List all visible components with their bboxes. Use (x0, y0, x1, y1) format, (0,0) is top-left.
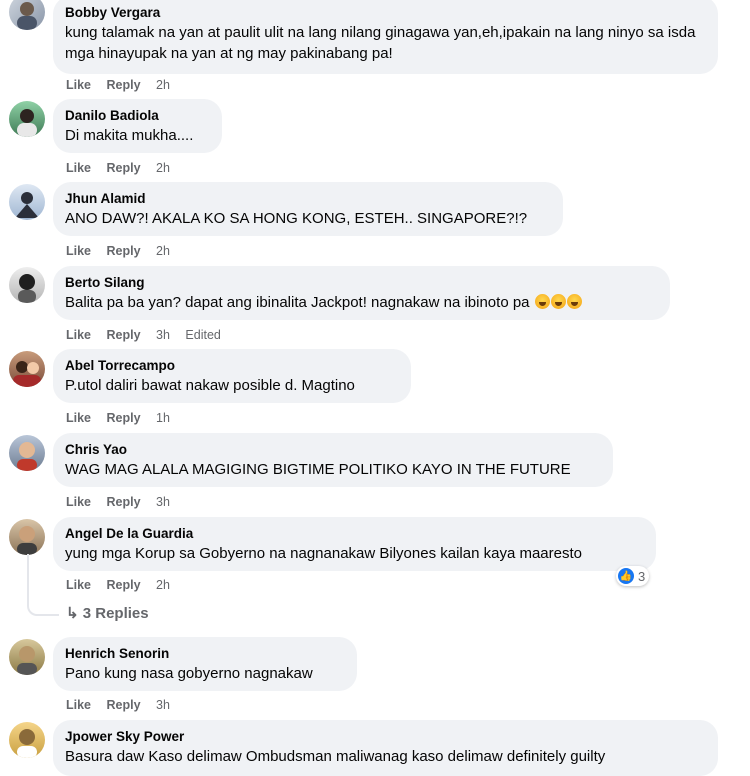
comment-actions: Like Reply 2h (66, 577, 182, 593)
commenter-name[interactable]: Jpower Sky Power (65, 728, 706, 746)
like-button[interactable]: Like (66, 494, 91, 510)
reply-button[interactable]: Reply (107, 577, 141, 593)
replies-count: 3 Replies (82, 605, 149, 622)
like-button[interactable]: Like (66, 243, 91, 259)
avatar[interactable] (9, 101, 45, 137)
commenter-name[interactable]: Henrich Senorin (65, 645, 345, 663)
comment-bubble: Chris Yao WAG MAG ALALA MAGIGING BIGTIME… (53, 433, 613, 487)
reaction-count: 3 (638, 568, 646, 584)
comment-actions: Like Reply 3h (66, 494, 182, 510)
comment-text: ANO DAW?! AKALA KO SA HONG KONG, ESTEH..… (65, 210, 528, 227)
comment-actions: Like Reply 2h (66, 77, 182, 93)
timestamp[interactable]: 3h (156, 697, 170, 713)
comment-text: Di makita mukha.... (65, 127, 194, 144)
comment-actions: Like Reply 3h (66, 697, 182, 713)
avatar[interactable] (9, 519, 45, 555)
commenter-name[interactable]: Abel Torrecampo (65, 357, 399, 375)
timestamp[interactable]: 2h (156, 243, 170, 259)
timestamp[interactable]: 2h (156, 77, 170, 93)
commenter-name[interactable]: Chris Yao (65, 441, 601, 459)
comment-bubble: Bobby Vergara kung talamak na yan at pau… (53, 0, 718, 74)
comment-actions: Like Reply 3h Edited (66, 327, 233, 343)
reply-button[interactable]: Reply (107, 243, 141, 259)
avatar[interactable] (9, 267, 45, 303)
like-button[interactable]: Like (66, 327, 91, 343)
rofl-emoji-icon (550, 294, 566, 309)
reply-arrow-icon: ↳ (66, 605, 79, 622)
comment-bubble: Danilo Badiola Di makita mukha.... (53, 99, 222, 153)
comment-bubble: Jhun Alamid ANO DAW?! AKALA KO SA HONG K… (53, 182, 563, 236)
comment-text: Balita pa ba yan? dapat ang ibinalita Ja… (65, 292, 658, 313)
avatar[interactable] (9, 722, 45, 758)
timestamp[interactable]: 2h (156, 160, 170, 176)
timestamp[interactable]: 2h (156, 577, 170, 593)
reply-button[interactable]: Reply (107, 160, 141, 176)
comment-text: yung mga Korup sa Gobyerno na nagnanakaw… (65, 545, 582, 562)
comment-bubble: Henrich Senorin Pano kung nasa gobyerno … (53, 637, 357, 691)
rofl-emoji-icon (566, 294, 582, 309)
comment-actions: Like Reply 1h (66, 410, 182, 426)
comment-bubble: Jpower Sky Power Basura daw Kaso delimaw… (53, 720, 718, 776)
avatar[interactable] (9, 0, 45, 30)
commenter-name[interactable]: Jhun Alamid (65, 190, 551, 208)
timestamp[interactable]: 3h (156, 327, 170, 343)
reply-button[interactable]: Reply (107, 494, 141, 510)
comment-bubble: Berto Silang Balita pa ba yan? dapat ang… (53, 266, 670, 320)
view-replies-link[interactable]: ↳ 3 Replies (66, 604, 149, 622)
commenter-name[interactable]: Berto Silang (65, 274, 658, 292)
thread-connector (27, 554, 59, 616)
avatar[interactable] (9, 351, 45, 387)
comment-bubble: Abel Torrecampo P.utol daliri bawat naka… (53, 349, 411, 403)
comment-text: Pano kung nasa gobyerno nagnakaw (65, 665, 313, 682)
comment-text: P.utol daliri bawat nakaw posible d. Mag… (65, 377, 355, 394)
comment-actions: Like Reply 2h (66, 160, 182, 176)
reply-button[interactable]: Reply (107, 410, 141, 426)
commenter-name[interactable]: Danilo Badiola (65, 107, 210, 125)
avatar[interactable] (9, 639, 45, 675)
avatar[interactable] (9, 435, 45, 471)
rofl-emoji-icon (534, 294, 550, 309)
edited-label: Edited (185, 328, 221, 342)
reply-button[interactable]: Reply (107, 77, 141, 93)
like-button[interactable]: Like (66, 697, 91, 713)
like-button[interactable]: Like (66, 410, 91, 426)
like-button[interactable]: Like (66, 160, 91, 176)
like-icon: 👍 (618, 568, 634, 584)
reply-button[interactable]: Reply (107, 327, 141, 343)
comment-text: Basura daw Kaso delimaw Ombudsman maliwa… (65, 748, 606, 765)
avatar[interactable] (9, 184, 45, 220)
like-button[interactable]: Like (66, 577, 91, 593)
commenter-name[interactable]: Angel De la Guardia (65, 525, 644, 543)
comment-text: WAG MAG ALALA MAGIGING BIGTIME POLITIKO … (65, 461, 571, 478)
like-button[interactable]: Like (66, 77, 91, 93)
commenter-name[interactable]: Bobby Vergara (65, 4, 706, 22)
timestamp[interactable]: 1h (156, 410, 170, 426)
comment-text-content: Balita pa ba yan? dapat ang ibinalita Ja… (65, 294, 530, 311)
reply-button[interactable]: Reply (107, 697, 141, 713)
comment-bubble: Angel De la Guardia yung mga Korup sa Go… (53, 517, 656, 571)
comment-actions: Like Reply 2h (66, 243, 182, 259)
comment-text: kung talamak na yan at paulit ulit na la… (65, 24, 696, 62)
timestamp[interactable]: 3h (156, 494, 170, 510)
reaction-summary[interactable]: 👍 3 (616, 566, 650, 586)
